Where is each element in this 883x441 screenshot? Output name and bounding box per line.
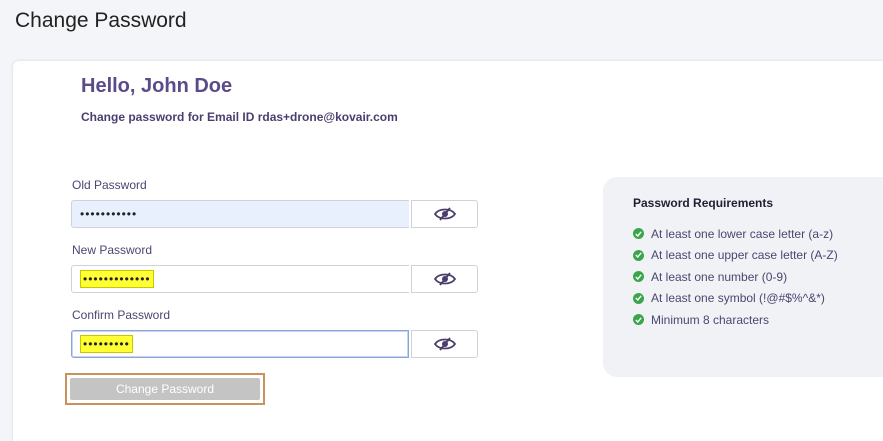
eye-slash-icon (433, 337, 456, 351)
requirement-text: Minimum 8 characters (651, 312, 770, 327)
list-item: Minimum 8 characters (633, 309, 838, 331)
old-password-toggle-button[interactable] (411, 200, 478, 228)
requirement-text: At least one lower case letter (a-z) (651, 226, 834, 241)
new-password-value: ••••••••••••• (80, 270, 154, 288)
check-circle-icon (633, 271, 644, 283)
confirm-password-value: ••••••••• (80, 335, 133, 353)
confirm-password-input[interactable]: ••••••••• (71, 330, 410, 358)
check-circle-icon (633, 292, 644, 304)
old-password-input[interactable]: ••••••••••• (71, 200, 410, 228)
eye-slash-icon (433, 272, 456, 286)
confirm-password-toggle-button[interactable] (411, 330, 478, 358)
change-password-card: Hello, John Doe Change password for Emai… (13, 61, 883, 441)
email-subtitle: Change password for Email ID rdas+drone@… (81, 110, 398, 124)
new-password-row: ••••••••••••• (71, 265, 478, 293)
requirement-text: At least one number (0-9) (651, 269, 788, 284)
confirm-password-row: ••••••••• (71, 330, 478, 358)
old-password-value: ••••••••••• (80, 207, 138, 221)
check-circle-icon (633, 249, 644, 261)
old-password-row: ••••••••••• (71, 200, 478, 228)
requirement-text: At least one upper case letter (A-Z) (651, 248, 838, 263)
list-item: At least one upper case letter (A-Z) (633, 245, 838, 267)
change-password-button[interactable]: Change Password (70, 378, 260, 400)
page-title: Change Password (15, 9, 187, 32)
check-circle-icon (633, 228, 644, 240)
new-password-toggle-button[interactable] (411, 265, 478, 293)
new-password-input[interactable]: ••••••••••••• (71, 265, 410, 293)
change-password-button-frame: Change Password (65, 373, 265, 405)
confirm-password-label: Confirm Password (72, 308, 171, 322)
list-item: At least one number (0-9) (633, 266, 838, 288)
requirement-text: At least one symbol (!@#$%^&*) (651, 291, 825, 306)
requirements-list: At least one lower case letter (a-z) At … (633, 223, 838, 331)
password-requirements-panel: Password Requirements At least one lower… (603, 177, 883, 377)
list-item: At least one lower case letter (a-z) (633, 223, 838, 245)
requirements-title: Password Requirements (633, 196, 774, 210)
eye-slash-icon (433, 207, 456, 221)
old-password-label: Old Password (72, 178, 147, 192)
check-circle-icon (633, 314, 644, 326)
list-item: At least one symbol (!@#$%^&*) (633, 288, 838, 310)
greeting: Hello, John Doe (81, 75, 233, 97)
new-password-label: New Password (72, 243, 153, 257)
